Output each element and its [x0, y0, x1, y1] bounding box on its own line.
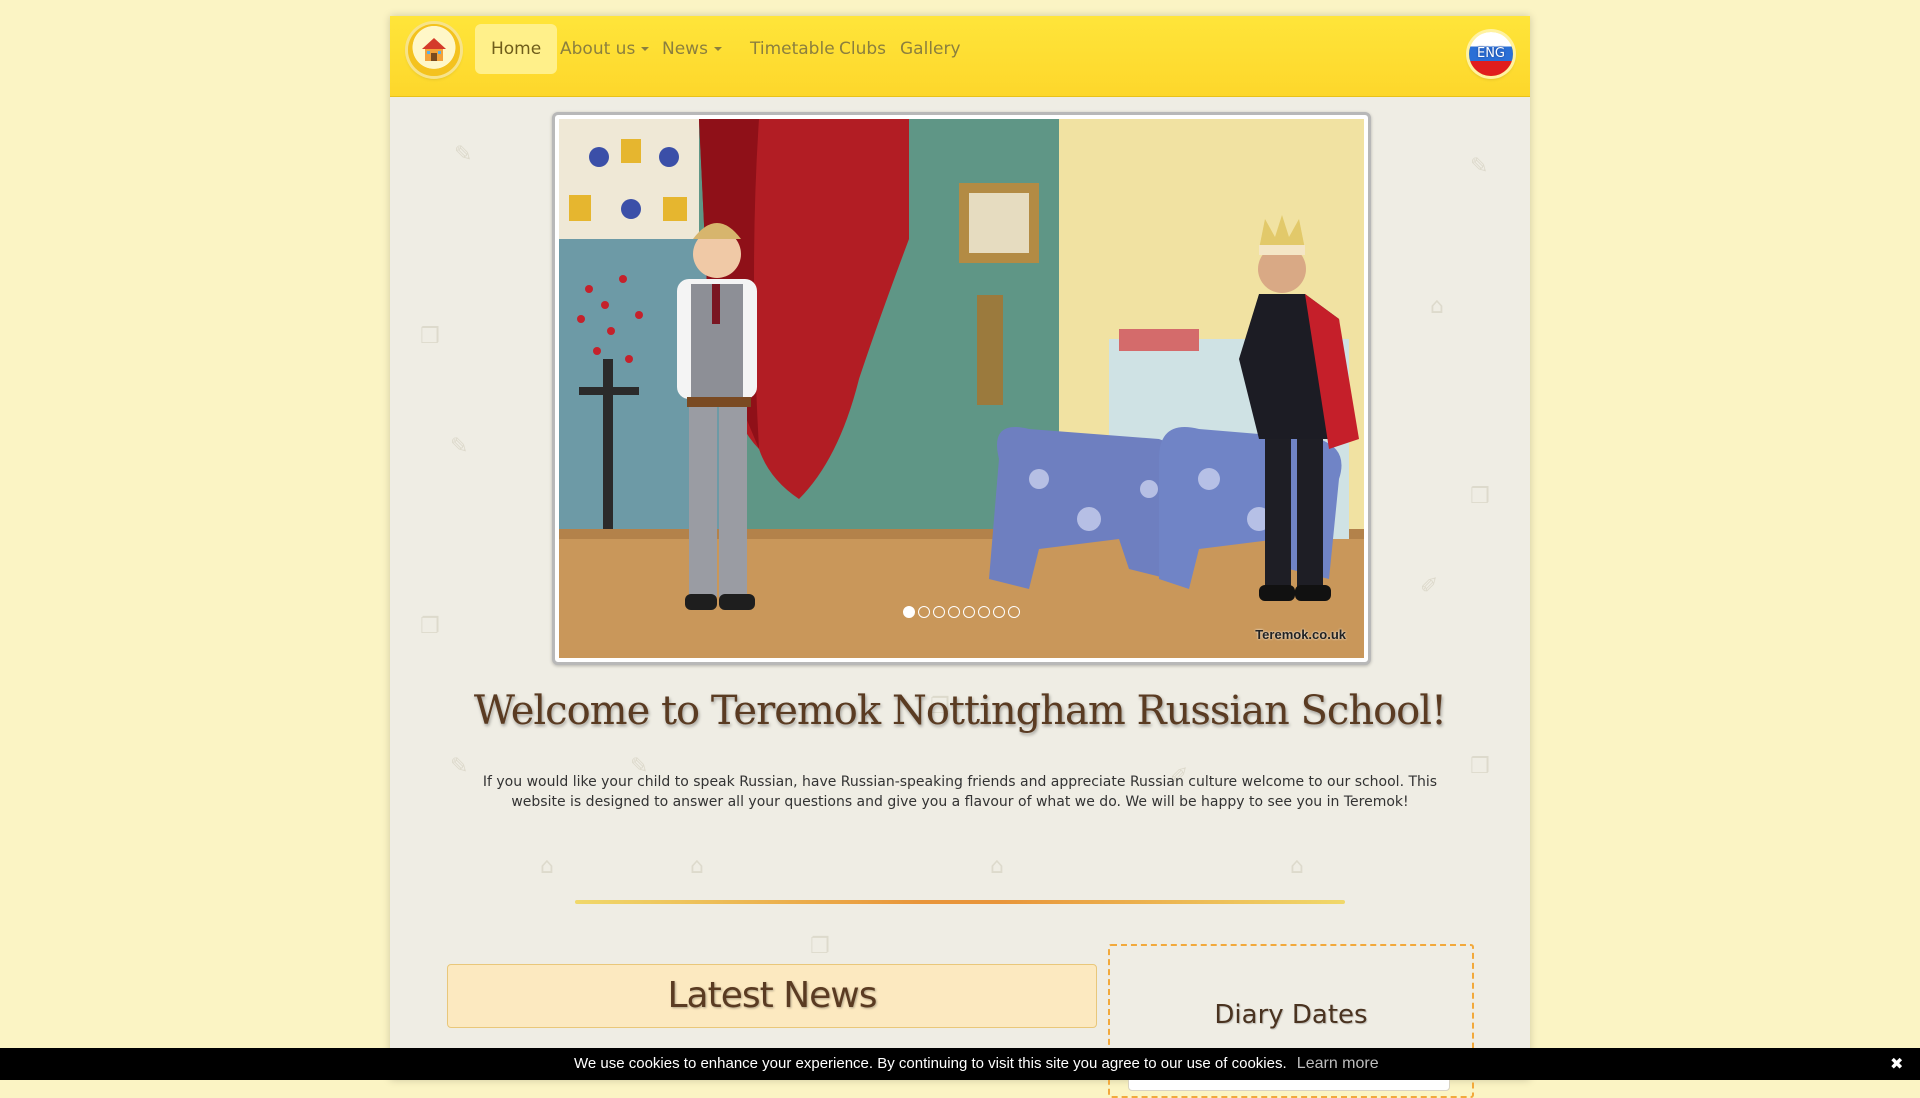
diary-dates-title: Diary Dates	[1214, 1000, 1368, 1030]
nav-news[interactable]: News	[646, 24, 738, 74]
house-icon	[422, 38, 446, 61]
nav-news-label: News	[662, 39, 708, 59]
carousel-indicators	[903, 603, 1023, 618]
easel-doodle-icon: ⌂	[1430, 294, 1444, 319]
pencil-doodle-icon: ✐	[1420, 574, 1439, 599]
stage-photo-illustration	[559, 119, 1364, 658]
top-navbar: Home About us News Timetable Clubs Galle…	[390, 16, 1530, 97]
cookie-consent-bar: We use cookies to enhance your experienc…	[0, 1048, 1920, 1080]
nav-about-us-label: About us	[560, 39, 636, 59]
nav-gallery[interactable]: Gallery	[884, 24, 977, 74]
close-icon[interactable]: ✖	[1890, 1048, 1903, 1080]
teremok-logo-icon[interactable]	[408, 24, 460, 76]
carousel-dot[interactable]	[903, 606, 915, 618]
nav-home-label: Home	[491, 39, 542, 59]
carousel-dot[interactable]	[948, 606, 960, 618]
easel-doodle-icon: ⌂	[540, 854, 554, 879]
carousel-dot[interactable]	[1008, 606, 1020, 618]
section-divider	[575, 900, 1345, 904]
welcome-heading: Welcome to Teremok Nottingham Russian Sc…	[473, 688, 1447, 734]
page-container: ✎ ✐ ❒ ✎ ❐ ✎ ⌂ ❒ ✐ ✎ ⌂ ❐ ⌂ ✐ ⌂ ❒ ✎ ❐ ⌂ Ho…	[390, 16, 1530, 1098]
language-switch-button[interactable]: ENG	[1469, 32, 1513, 76]
easel-doodle-icon: ⌂	[690, 854, 704, 879]
cookie-text: We use cookies to enhance your experienc…	[574, 1055, 1287, 1072]
pencil-doodle-icon: ✎	[1470, 154, 1489, 179]
nav-clubs-label: Clubs	[839, 39, 887, 59]
caret-down-icon	[713, 47, 722, 51]
book-doodle-icon: ❒	[1470, 754, 1490, 779]
carousel-dot[interactable]	[918, 606, 930, 618]
latest-news-header: Latest News	[447, 964, 1097, 1028]
cookie-learn-more-link[interactable]: Learn more	[1297, 1055, 1379, 1072]
carousel-slide-image: Teremok.co.uk	[559, 119, 1364, 658]
pencil-doodle-icon: ✎	[450, 434, 469, 459]
image-carousel[interactable]: Teremok.co.uk	[552, 112, 1371, 665]
cookie-message: We use cookies to enhance your experienc…	[574, 1048, 1379, 1080]
carousel-dot[interactable]	[963, 606, 975, 618]
book-doodle-icon: ❒	[1470, 484, 1490, 509]
welcome-paragraph: If you would like your child to speak Ru…	[482, 774, 1438, 810]
easel-doodle-icon: ⌂	[990, 854, 1004, 879]
book-doodle-icon: ❒	[420, 324, 440, 349]
slide-watermark: Teremok.co.uk	[1255, 627, 1346, 642]
latest-news-title: Latest News	[667, 975, 878, 1016]
carousel-dot[interactable]	[993, 606, 1005, 618]
book-doodle-icon: ✎	[454, 142, 473, 167]
nav-gallery-label: Gallery	[900, 39, 961, 59]
carousel-dot[interactable]	[978, 606, 990, 618]
easel-doodle-icon: ⌂	[1290, 854, 1304, 879]
pencil-doodle-icon: ✎	[450, 754, 469, 779]
carousel-dot[interactable]	[933, 606, 945, 618]
nav-timetable-label: Timetable	[750, 39, 835, 59]
book-doodle-icon: ❐	[810, 934, 830, 959]
book-doodle-icon: ❐	[420, 614, 440, 639]
